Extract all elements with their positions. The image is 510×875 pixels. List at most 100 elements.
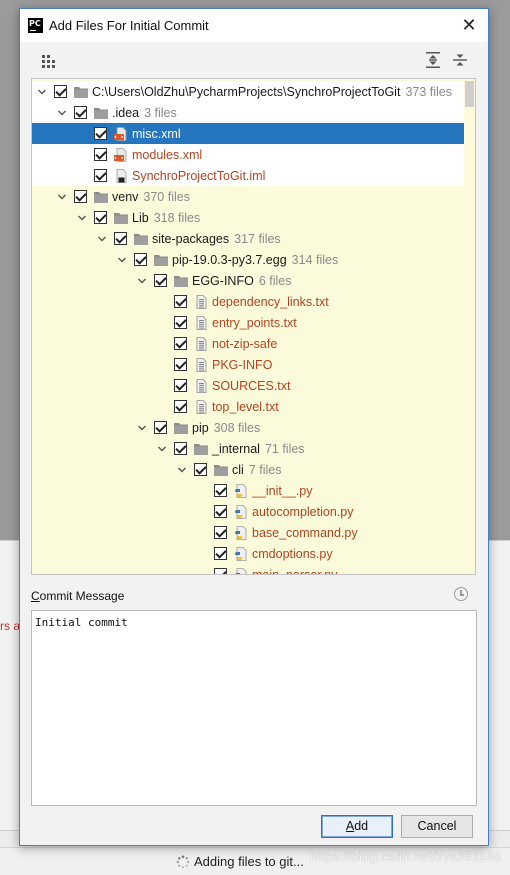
tree-file-row[interactable]: top_level.txt: [32, 396, 464, 417]
chevron-down-icon[interactable]: [137, 276, 147, 286]
pycharm-logo-icon: PC: [28, 18, 43, 33]
include-checkbox[interactable]: [214, 526, 227, 539]
include-checkbox[interactable]: [174, 358, 187, 371]
file-name: PKG-INFO: [212, 357, 273, 372]
include-checkbox[interactable]: [174, 295, 187, 308]
tree-file-row[interactable]: dependency_links.txt: [32, 291, 464, 312]
tree-file-row[interactable]: autocompletion.py: [32, 501, 464, 522]
watermark: https://blog.csdn.net/zys351148: [310, 849, 502, 864]
tree-file-row[interactable]: base_command.py: [32, 522, 464, 543]
tree-file-row[interactable]: PKG-INFO: [32, 354, 464, 375]
text-file-icon: [196, 357, 207, 372]
tree-file-row[interactable]: modules.xml: [32, 144, 464, 165]
tree-file-row[interactable]: SynchroProjectToGit.iml: [32, 165, 464, 186]
include-checkbox[interactable]: [54, 85, 67, 98]
tree-scrollbar[interactable]: [464, 79, 475, 574]
file-count: 317 files: [234, 231, 281, 246]
text-file-icon: [196, 315, 207, 330]
tree-scroll-thumb[interactable]: [465, 81, 474, 107]
include-checkbox[interactable]: [94, 148, 107, 161]
chevron-down-icon[interactable]: [137, 423, 147, 433]
file-tree[interactable]: C:\Users\OldZhu\PycharmProjects\SynchroP…: [31, 78, 476, 575]
chevron-down-icon[interactable]: [117, 255, 127, 265]
tree-folder-row[interactable]: EGG-INFO 6 files: [32, 270, 464, 291]
folder-name: pip-19.0.3-py3.7.egg: [172, 252, 287, 267]
tree-folder-row[interactable]: _internal 71 files: [32, 438, 464, 459]
python-file-icon: [235, 567, 247, 574]
include-checkbox[interactable]: [174, 379, 187, 392]
file-name: main_parser.py: [252, 567, 338, 575]
clock-icon[interactable]: [454, 587, 468, 601]
cancel-button[interactable]: Cancel: [401, 815, 473, 838]
tree-folder-row[interactable]: pip-19.0.3-py3.7.egg 314 files: [32, 249, 464, 270]
group-by-icon[interactable]: [40, 53, 56, 69]
chevron-down-icon[interactable]: [37, 87, 47, 97]
tree-file-row[interactable]: not-zip-safe: [32, 333, 464, 354]
tree-file-row[interactable]: __init__.py: [32, 480, 464, 501]
include-checkbox[interactable]: [114, 232, 127, 245]
include-checkbox[interactable]: [214, 505, 227, 518]
file-count: 314 files: [291, 252, 339, 267]
include-checkbox[interactable]: [214, 547, 227, 560]
commit-message-textarea[interactable]: Initial commit: [31, 610, 477, 806]
expand-all-icon[interactable]: [426, 52, 440, 68]
tree-folder-row[interactable]: C:\Users\OldZhu\PycharmProjects\SynchroP…: [32, 81, 464, 102]
text-file-icon: [196, 294, 207, 309]
chevron-down-icon[interactable]: [97, 234, 107, 244]
file-name: base_command.py: [252, 525, 358, 540]
folder-icon: [194, 443, 208, 455]
tree-file-row[interactable]: cmdoptions.py: [32, 543, 464, 564]
include-checkbox[interactable]: [94, 169, 107, 182]
chevron-down-icon[interactable]: [57, 192, 67, 202]
add-files-dialog: PC Add Files For Initial Commit ✕ C:\Use…: [19, 8, 489, 846]
include-checkbox[interactable]: [134, 253, 147, 266]
tree-folder-row[interactable]: venv 370 files: [32, 186, 464, 207]
dialog-title: Add Files For Initial Commit: [49, 18, 209, 33]
chevron-down-icon[interactable]: [177, 465, 187, 475]
include-checkbox[interactable]: [214, 484, 227, 497]
close-button[interactable]: ✕: [456, 12, 482, 38]
file-name: modules.xml: [132, 147, 203, 162]
file-count: 6 files: [258, 273, 292, 288]
text-file-icon: [196, 399, 207, 414]
background-error-text: rs a: [0, 619, 21, 633]
add-button[interactable]: Add: [321, 815, 393, 838]
include-checkbox[interactable]: [194, 463, 207, 476]
include-checkbox[interactable]: [94, 211, 107, 224]
chevron-down-icon[interactable]: [77, 213, 87, 223]
include-checkbox[interactable]: [94, 127, 107, 140]
file-count: 7 files: [248, 462, 282, 477]
tree-toolbar: [20, 42, 488, 78]
chevron-down-icon[interactable]: [157, 444, 167, 454]
include-checkbox[interactable]: [154, 421, 167, 434]
tree-folder-row[interactable]: pip 308 files: [32, 417, 464, 438]
python-file-icon: [235, 525, 247, 540]
tree-folder-row[interactable]: site-packages 317 files: [32, 228, 464, 249]
include-checkbox[interactable]: [74, 106, 87, 119]
python-file-icon: [235, 504, 247, 519]
tree-file-row[interactable]: main_parser.py: [32, 564, 464, 575]
include-checkbox[interactable]: [154, 274, 167, 287]
collapse-all-icon[interactable]: [453, 52, 467, 68]
file-name: not-zip-safe: [212, 336, 278, 351]
include-checkbox[interactable]: [174, 400, 187, 413]
include-checkbox[interactable]: [174, 316, 187, 329]
tree-file-row[interactable]: entry_points.txt: [32, 312, 464, 333]
spinner-icon: [176, 855, 190, 868]
tree-folder-row[interactable]: Lib 318 files: [32, 207, 464, 228]
chevron-down-icon[interactable]: [57, 108, 67, 118]
folder-icon: [94, 191, 108, 203]
folder-icon: [154, 254, 168, 266]
file-name: autocompletion.py: [252, 504, 354, 519]
folder-name: cli: [232, 462, 244, 477]
file-count: 71 files: [264, 441, 305, 456]
tree-folder-row[interactable]: cli 7 files: [32, 459, 464, 480]
tree-folder-row[interactable]: .idea 3 files: [32, 102, 464, 123]
include-checkbox[interactable]: [174, 337, 187, 350]
include-checkbox[interactable]: [74, 190, 87, 203]
tree-file-row[interactable]: misc.xml: [32, 123, 464, 144]
include-checkbox[interactable]: [174, 442, 187, 455]
folder-name: pip: [192, 420, 209, 435]
include-checkbox[interactable]: [214, 568, 227, 574]
tree-file-row[interactable]: SOURCES.txt: [32, 375, 464, 396]
